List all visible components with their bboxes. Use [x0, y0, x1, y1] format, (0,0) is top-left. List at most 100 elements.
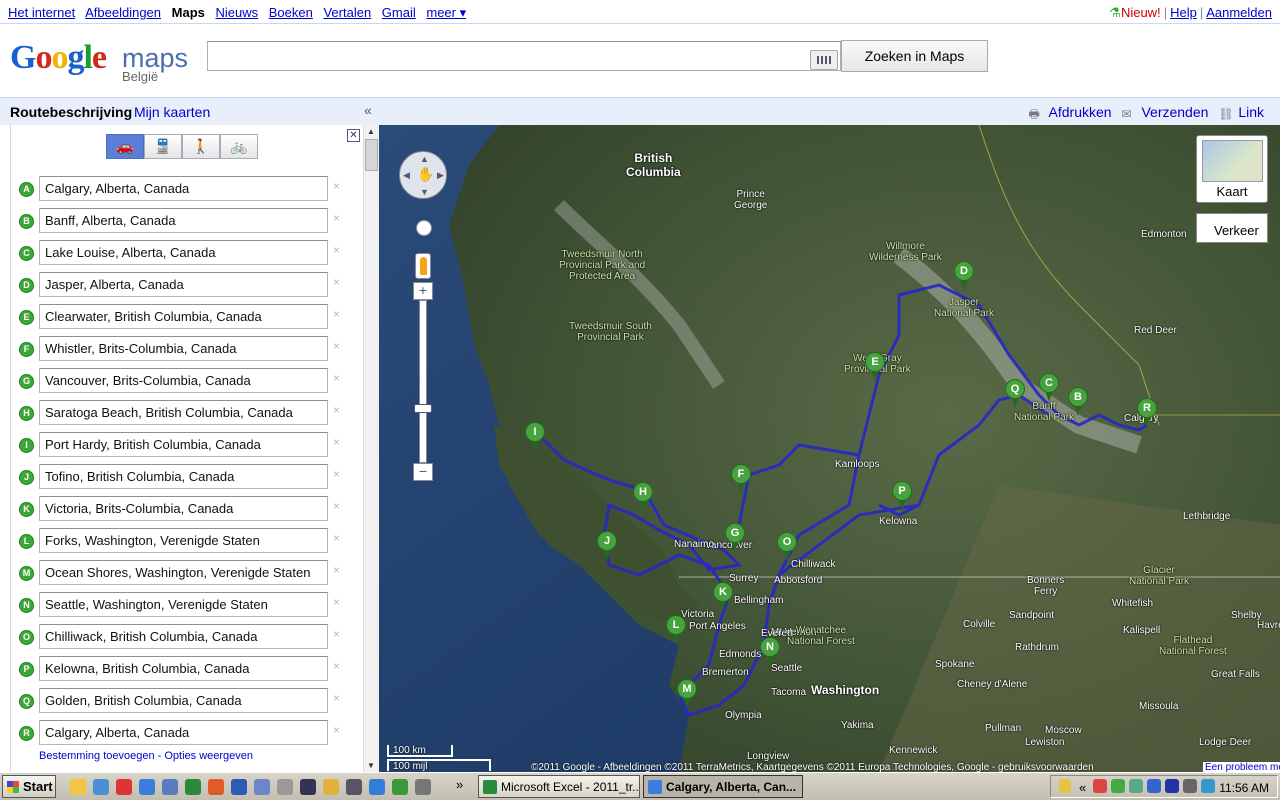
- google-logo[interactable]: Google: [10, 39, 107, 77]
- utility-icon[interactable]: [346, 779, 362, 795]
- walk-mode-button[interactable]: 🚶: [182, 134, 220, 159]
- remove-waypoint-icon[interactable]: ×: [333, 243, 340, 257]
- search-maps-button[interactable]: Zoeken in Maps: [841, 40, 988, 72]
- route-marker[interactable]: C: [1039, 373, 1059, 403]
- nav-link-images[interactable]: Afbeeldingen: [85, 5, 161, 20]
- keyboard-icon[interactable]: [810, 50, 838, 70]
- remove-waypoint-icon[interactable]: ×: [333, 179, 340, 193]
- waypoint-marker-icon[interactable]: A: [19, 182, 34, 197]
- pegman-icon[interactable]: [415, 253, 431, 279]
- link-link[interactable]: Link: [1238, 104, 1264, 120]
- close-icon[interactable]: ✕: [347, 129, 360, 142]
- route-marker[interactable]: P: [892, 481, 912, 511]
- route-marker[interactable]: F: [731, 464, 751, 494]
- pan-down-icon[interactable]: ▼: [420, 187, 429, 197]
- map-type-button[interactable]: Kaart: [1196, 135, 1268, 203]
- tray-icon-3[interactable]: [1129, 779, 1143, 793]
- remove-waypoint-icon[interactable]: ×: [333, 659, 340, 673]
- nav-link-translate[interactable]: Vertalen: [323, 5, 371, 20]
- waypoint-input[interactable]: Victoria, Brits-Columbia, Canada: [39, 496, 328, 521]
- taskbar-item-browser[interactable]: Calgary, Alberta, Can...: [643, 775, 803, 798]
- waypoint-input[interactable]: Jasper, Alberta, Canada: [39, 272, 328, 297]
- waypoint-marker-icon[interactable]: R: [19, 726, 34, 741]
- pan-up-icon[interactable]: ▲: [420, 154, 429, 164]
- waypoint-input[interactable]: Tofino, British Columbia, Canada: [39, 464, 328, 489]
- collapse-panel-icon[interactable]: «: [364, 102, 372, 118]
- route-marker[interactable]: M: [677, 679, 697, 709]
- calc-icon[interactable]: [277, 779, 293, 795]
- route-marker[interactable]: L: [666, 615, 686, 645]
- tool-icon[interactable]: [300, 779, 316, 795]
- remove-waypoint-icon[interactable]: ×: [333, 371, 340, 385]
- waypoint-marker-icon[interactable]: D: [19, 278, 34, 293]
- notes-icon[interactable]: [162, 779, 178, 795]
- waypoint-marker-icon[interactable]: C: [19, 246, 34, 261]
- remove-waypoint-icon[interactable]: ×: [333, 403, 340, 417]
- route-marker[interactable]: O: [777, 532, 797, 562]
- player-icon[interactable]: [415, 779, 431, 795]
- waypoint-input[interactable]: Forks, Washington, Verenigde Staten: [39, 528, 328, 553]
- tray-icon-1[interactable]: [1093, 779, 1107, 793]
- sign-in-link[interactable]: Aanmelden: [1206, 5, 1272, 20]
- pan-right-icon[interactable]: ▶: [437, 170, 444, 181]
- route-marker[interactable]: N: [760, 637, 780, 667]
- ie-quicklaunch-icon[interactable]: [139, 779, 155, 795]
- powerpoint-quicklaunch-icon[interactable]: [208, 779, 224, 795]
- report-problem-link[interactable]: Een probleem melden: [1203, 762, 1280, 772]
- remove-waypoint-icon[interactable]: ×: [333, 339, 340, 353]
- waypoint-marker-icon[interactable]: B: [19, 214, 34, 229]
- help-link[interactable]: Help: [1170, 5, 1197, 20]
- waypoint-input[interactable]: Clearwater, British Columbia, Canada: [39, 304, 328, 329]
- send-link[interactable]: Verzenden: [1141, 104, 1208, 120]
- waypoint-input[interactable]: Golden, British Columbia, Canada: [39, 688, 328, 713]
- pan-left-icon[interactable]: ◀: [403, 170, 410, 181]
- quicklaunch-more[interactable]: »: [456, 777, 463, 792]
- waypoint-marker-icon[interactable]: H: [19, 406, 34, 421]
- volume-icon[interactable]: [1201, 779, 1215, 793]
- tray-expand[interactable]: «: [1079, 780, 1086, 795]
- remove-waypoint-icon[interactable]: ×: [333, 563, 340, 577]
- waypoint-marker-icon[interactable]: E: [19, 310, 34, 325]
- route-marker[interactable]: E: [865, 352, 885, 382]
- word-quicklaunch-icon[interactable]: [231, 779, 247, 795]
- route-marker[interactable]: B: [1068, 387, 1088, 417]
- remove-waypoint-icon[interactable]: ×: [333, 435, 340, 449]
- car-mode-button[interactable]: 🚗: [106, 134, 144, 159]
- taskbar-item-excel[interactable]: Microsoft Excel - 2011_tr...: [478, 775, 640, 798]
- waypoint-input[interactable]: Chilliwack, British Columbia, Canada: [39, 624, 328, 649]
- scroll-up-icon[interactable]: ▲: [367, 127, 375, 136]
- waypoint-input[interactable]: Vancouver, Brits-Columbia, Canada: [39, 368, 328, 393]
- waypoint-marker-icon[interactable]: G: [19, 374, 34, 389]
- waypoint-input[interactable]: Calgary, Alberta, Canada: [39, 176, 328, 201]
- waypoint-input[interactable]: Saratoga Beach, British Columbia, Canada: [39, 400, 328, 425]
- nav-link-news[interactable]: Nieuws: [216, 5, 259, 20]
- media-icon[interactable]: [116, 779, 132, 795]
- rotate-icon[interactable]: [416, 220, 432, 236]
- add-destination-link[interactable]: Bestemming toevoegen: [39, 750, 155, 762]
- waypoint-input[interactable]: Whistler, Brits-Columbia, Canada: [39, 336, 328, 361]
- network-tray-icon[interactable]: [1147, 779, 1161, 793]
- new-features-link[interactable]: Nieuw!: [1121, 5, 1161, 20]
- waypoint-marker-icon[interactable]: P: [19, 662, 34, 677]
- route-marker[interactable]: R: [1137, 398, 1157, 428]
- waypoint-input[interactable]: Port Hardy, British Columbia, Canada: [39, 432, 328, 457]
- scroll-down-icon[interactable]: ▼: [367, 761, 375, 770]
- panel-scrollbar[interactable]: ▲ ▼: [363, 125, 379, 772]
- remove-waypoint-icon[interactable]: ×: [333, 307, 340, 321]
- waypoint-marker-icon[interactable]: M: [19, 566, 34, 581]
- waypoint-marker-icon[interactable]: J: [19, 470, 34, 485]
- globe-icon[interactable]: [392, 779, 408, 795]
- excel-quicklaunch-icon[interactable]: [185, 779, 201, 795]
- waypoint-marker-icon[interactable]: L: [19, 534, 34, 549]
- route-marker[interactable]: Q: [1005, 379, 1025, 409]
- nav-link-books[interactable]: Boeken: [269, 5, 313, 20]
- route-marker[interactable]: G: [725, 523, 745, 553]
- train-mode-button[interactable]: 🚆: [144, 134, 182, 159]
- pen-icon[interactable]: [1059, 779, 1071, 793]
- remove-waypoint-icon[interactable]: ×: [333, 499, 340, 513]
- remove-waypoint-icon[interactable]: ×: [333, 467, 340, 481]
- remove-waypoint-icon[interactable]: ×: [333, 627, 340, 641]
- route-marker[interactable]: J: [597, 531, 617, 561]
- tray-icon-2[interactable]: [1111, 779, 1125, 793]
- waypoint-marker-icon[interactable]: O: [19, 630, 34, 645]
